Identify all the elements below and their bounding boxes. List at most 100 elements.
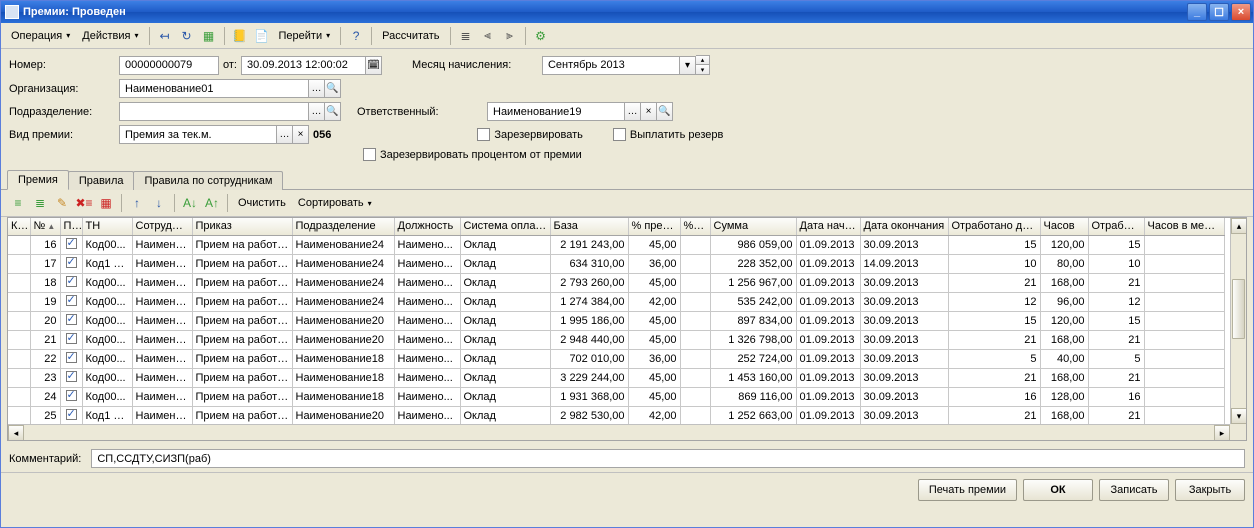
pay-reserve-checkbox[interactable]: Выплатить резерв [613,128,724,141]
menu-actions[interactable]: Действия▾ [76,28,144,44]
column-header[interactable]: Система оплаты [460,218,550,235]
column-header[interactable]: Дата нача... [796,218,860,235]
column-header[interactable]: Должность [394,218,460,235]
comment-input[interactable] [91,449,1245,468]
month-label: Месяц начисления: [412,59,542,71]
number-input[interactable] [119,56,219,75]
calendar-icon[interactable]: 🗓 [366,56,382,75]
align-left-icon[interactable]: ⫷ [477,26,499,46]
resp-input[interactable] [487,102,625,121]
vertical-scrollbar[interactable]: ▴▾ [1230,218,1246,424]
title-bar: Премии: Проведен _ ☐ × [1,1,1253,23]
edit-row-icon[interactable]: ✎ [51,193,73,213]
org-open-icon[interactable]: 🔍 [325,79,341,98]
minimize-button[interactable]: _ [1187,3,1207,21]
resp-select-icon[interactable]: … [625,102,641,121]
month-spinner[interactable]: ▴▾ [696,55,710,75]
add-row-icon[interactable]: ≡ [7,193,29,213]
resp-clear-icon[interactable]: × [641,102,657,121]
table-row[interactable]: 18Код00...Наимено...Прием на работу ...Н… [8,273,1224,292]
calculate-button[interactable]: Рассчитать [376,28,445,44]
bonus-type-select-icon[interactable]: … [277,125,293,144]
delete-all-icon[interactable]: ▦ [95,193,117,213]
table-row[interactable]: 21Код00...Наимено...Прием на работу ...Н… [8,330,1224,349]
align-right-icon[interactable]: ⫸ [499,26,521,46]
dept-input[interactable] [119,102,309,121]
window-title: Премии: Проведен [23,6,1185,18]
menu-goto[interactable]: Перейти▾ [273,28,337,44]
month-dropdown-icon[interactable]: ▾ [680,56,696,75]
clear-button[interactable]: Очистить [232,195,292,211]
org-input[interactable] [119,79,309,98]
close-button[interactable]: × [1231,3,1251,21]
column-header[interactable]: Дата окончания [860,218,948,235]
dept-open-icon[interactable]: 🔍 [325,102,341,121]
form-area: Номер: от: 🗓 Месяц начисления: ▾ ▴▾ Орга… [1,49,1253,167]
column-header[interactable]: ТН [82,218,132,235]
column-header[interactable]: П... [60,218,82,235]
month-input[interactable] [542,56,680,75]
table-row[interactable]: 22Код00...Наимено...Прием на работу ...Н… [8,349,1224,368]
bonus-type-clear-icon[interactable]: × [293,125,309,144]
sort-button[interactable]: Сортировать▾ [292,195,378,211]
reserve-pct-checkbox[interactable]: Зарезервировать процентом от премии [363,148,582,161]
column-header[interactable]: №▲ [30,218,60,235]
column-header[interactable]: Приказ [192,218,292,235]
move-down-icon[interactable]: ↓ [148,193,170,213]
table-row[interactable]: 24Код00...Наимено...Прием на работу ...Н… [8,387,1224,406]
ok-button[interactable]: ОК [1023,479,1093,501]
table-row[interactable]: 16Код00...Наимено...Прием на работу ...Н… [8,235,1224,254]
table-row[interactable]: 23Код00...Наимено...Прием на работу ...Н… [8,368,1224,387]
table-row[interactable]: 20Код00...Наимено...Прием на работу ...Н… [8,311,1224,330]
org-select-icon[interactable]: … [309,79,325,98]
column-header[interactable]: Сумма [710,218,796,235]
table-row[interactable]: 17Код1 0...Наимено...Прием на работу ...… [8,254,1224,273]
report-icon[interactable]: 📄 [251,26,273,46]
help-icon[interactable]: ? [345,26,367,46]
close-action-button[interactable]: Закрыть [1175,479,1245,501]
repost-icon[interactable]: ↻ [176,26,198,46]
copy-row-icon[interactable]: ≣ [29,193,51,213]
bonus-type-label: Вид премии: [9,129,119,141]
column-header[interactable]: Часов в месяце [1144,218,1224,235]
maximize-button[interactable]: ☐ [1209,3,1229,21]
column-header[interactable]: % л... [680,218,710,235]
delete-row-icon[interactable]: ✖≡ [73,193,95,213]
settings-icon[interactable]: ⚙ [530,26,552,46]
bonus-type-input[interactable] [119,125,277,144]
print-button[interactable]: Печать премии [918,479,1017,501]
list-icon[interactable]: ≣ [455,26,477,46]
comment-label: Комментарий: [9,453,81,465]
top-toolbar: Операция▾ Действия▾ ↤ ↻ ▦ 📒 📄 Перейти▾ ?… [1,23,1253,49]
resp-open-icon[interactable]: 🔍 [657,102,673,121]
data-grid[interactable]: К...№▲П...ТНСотрудникПриказПодразделение… [7,217,1247,441]
back-icon[interactable]: ↤ [154,26,176,46]
column-header[interactable]: Подразделение [292,218,394,235]
dept-label: Подразделение: [9,106,119,118]
tab-rules[interactable]: Правила [68,171,135,190]
tab-bonus[interactable]: Премия [7,170,69,190]
sort-desc-icon[interactable]: A↑ [201,193,223,213]
save-button[interactable]: Записать [1099,479,1169,501]
reserve-checkbox[interactable]: Зарезервировать [477,128,583,141]
dept-select-icon[interactable]: … [309,102,325,121]
move-up-icon[interactable]: ↑ [126,193,148,213]
date-input[interactable] [241,56,366,75]
button-bar: Печать премии ОК Записать Закрыть [1,472,1253,507]
column-header[interactable]: Часов [1040,218,1088,235]
table-row[interactable]: 19Код00...Наимено...Прием на работу ...Н… [8,292,1224,311]
sort-asc-icon[interactable]: A↓ [179,193,201,213]
menu-operation[interactable]: Операция▾ [5,28,76,44]
post-document-icon[interactable]: ▦ [198,26,220,46]
tab-rules-employees[interactable]: Правила по сотрудникам [133,171,283,190]
column-header[interactable]: % премии [628,218,680,235]
number-label: Номер: [9,59,119,71]
column-header[interactable]: Отработа... [1088,218,1144,235]
horizontal-scrollbar[interactable]: ◂▸ [8,424,1230,440]
column-header[interactable]: База [550,218,628,235]
table-row[interactable]: 25Код1 0...Наимено...Прием на работу ...… [8,406,1224,425]
column-header[interactable]: Сотрудник [132,218,192,235]
ledger-icon[interactable]: 📒 [229,26,251,46]
column-header[interactable]: Отработано дней [948,218,1040,235]
column-header[interactable]: К... [8,218,30,235]
